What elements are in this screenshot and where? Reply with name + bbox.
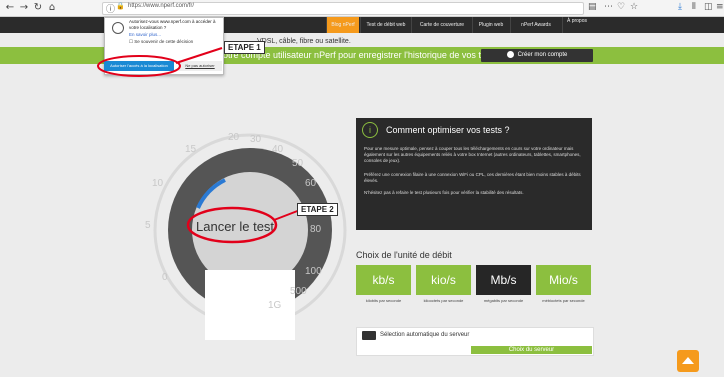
gauge-tick-10: 10 <box>152 178 164 189</box>
remember-decision-label: Se souvenir de cette décision <box>134 39 194 44</box>
back-to-top-button[interactable] <box>677 350 699 372</box>
remember-decision-checkbox[interactable]: ☐ Se souvenir de cette décision <box>129 39 193 45</box>
nav-blog[interactable]: Blog nPerf <box>326 17 359 33</box>
step2-label: ETAPE 2 <box>297 203 338 216</box>
gauge-tick-0: 0 <box>162 272 168 283</box>
hamburger-icon[interactable]: ≡ <box>716 2 724 12</box>
gauge-tick-20: 20 <box>228 132 240 143</box>
arrow-up-icon <box>682 357 694 364</box>
info-circle-icon: i <box>362 122 378 138</box>
nav-plugin[interactable]: Plugin web <box>472 17 509 33</box>
download-icon[interactable]: ⤓ <box>678 2 682 12</box>
gauge-tick-50: 50 <box>292 158 304 169</box>
nav-speedtest[interactable]: Test de débit web <box>360 17 411 33</box>
menu-dots-icon[interactable]: ⋯ <box>604 2 613 12</box>
info-icon[interactable]: ⓘ <box>106 2 115 15</box>
home-icon[interactable]: ⌂ <box>46 2 58 14</box>
gauge-tick-500: 500 <box>290 286 307 297</box>
deny-location-button[interactable]: Ne pas autoriser <box>178 61 222 71</box>
popup-question: Autorisez-vous www.nperf.com à accéder à… <box>129 19 216 30</box>
bookmark-icon[interactable]: ☆ <box>630 2 638 12</box>
server-icon <box>362 331 376 340</box>
gauge-tick-15: 15 <box>185 144 197 155</box>
gauge-tick-1g: 1G <box>268 300 282 311</box>
start-test-button[interactable]: Lancer le test <box>196 219 274 234</box>
create-account-button[interactable]: Créer mon compte <box>481 49 593 62</box>
popup-learn-more-link[interactable]: En savoir plus... <box>129 32 161 37</box>
unit-mbps-desc: mégabits par seconde <box>483 298 524 303</box>
unit-kbps-button[interactable]: kb/s <box>356 265 411 295</box>
server-auto-label: Sélection automatique du serveur <box>380 332 470 338</box>
unit-mios-button[interactable]: Mio/s <box>536 265 591 295</box>
step1-label: ETAPE 1 <box>224 41 265 54</box>
speed-gauge <box>153 133 347 340</box>
user-icon <box>506 50 514 58</box>
gauge-bottom-mask <box>205 270 295 340</box>
advice-title: Comment optimiser vos tests ? <box>386 125 510 135</box>
sidebar-icon[interactable]: ◫ <box>704 2 713 12</box>
unit-kios-button[interactable]: kio/s <box>416 265 471 295</box>
url-text[interactable]: https://www.nperf.com/fr/ <box>128 3 194 9</box>
gauge-tick-40: 40 <box>272 144 284 155</box>
nav-about[interactable]: À propos <box>562 17 591 33</box>
library-icon[interactable]: ⫴ <box>692 2 696 12</box>
gauge-tick-30: 30 <box>250 134 262 145</box>
info-line: VDSL, câble, fibre ou satellite. <box>257 38 351 45</box>
unit-kios-desc: kilooctets par seconde <box>423 298 464 303</box>
gauge-tick-80: 80 <box>310 224 322 235</box>
units-title: Choix de l'unité de débit <box>356 250 452 260</box>
unit-mbps-button[interactable]: Mb/s <box>476 265 531 295</box>
nav-coverage[interactable]: Carte de couverture <box>411 17 472 33</box>
advice-paragraph-3: N'hésitez pas à refaire le test plusieur… <box>364 190 524 195</box>
allow-location-button[interactable]: Autoriser l'accès à la localisation <box>104 61 174 71</box>
lock-icon[interactable]: 🔒 <box>116 2 125 10</box>
advice-paragraph-1: Pour une mesure optimale, pensez à coupe… <box>364 146 581 163</box>
gauge-tick-5: 5 <box>145 220 151 231</box>
forward-icon[interactable]: → <box>18 2 30 14</box>
choose-server-button[interactable]: Choix du serveur <box>471 346 592 354</box>
gauge-tick-60: 60 <box>305 178 317 189</box>
nav-awards[interactable]: nPerf Awards <box>510 17 561 33</box>
pocket-icon[interactable]: ♡ <box>617 2 625 12</box>
location-icon <box>112 22 124 34</box>
reader-icon[interactable]: ▤ <box>588 2 597 12</box>
back-icon[interactable]: ← <box>4 2 16 14</box>
reload-icon[interactable]: ↻ <box>32 2 44 14</box>
advice-paragraph-2: Préférez une connexion filaire à une con… <box>364 172 581 183</box>
unit-kbps-desc: kilobits par seconde <box>365 298 402 303</box>
unit-mios-desc: mébioctets par seconde <box>542 298 585 303</box>
gauge-tick-100: 100 <box>305 266 322 277</box>
create-account-label: Créer mon compte <box>517 52 568 58</box>
